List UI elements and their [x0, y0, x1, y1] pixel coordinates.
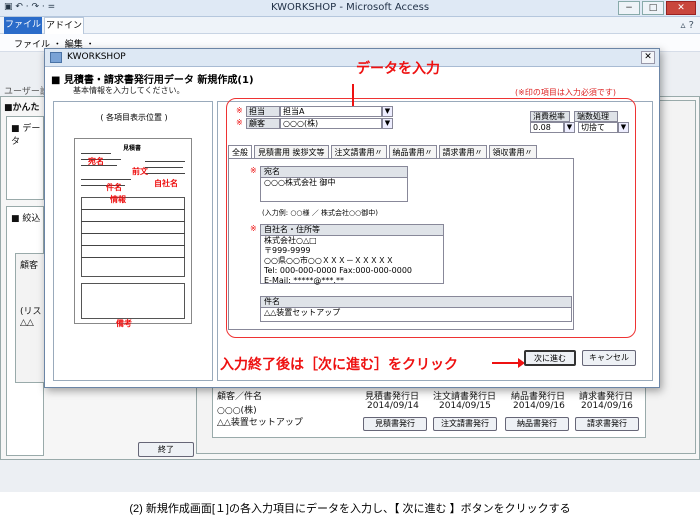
thumb-label-sender: 自社名 — [154, 179, 178, 188]
background-data-panel: ■ データ — [6, 116, 44, 200]
close-icon[interactable]: ✕ — [641, 51, 655, 64]
maximize-icon[interactable]: □ — [642, 1, 664, 15]
chevron-down-icon[interactable]: ▼ — [382, 118, 393, 129]
thumb-label-subject: 件名 — [106, 183, 122, 192]
sender-section: 自社名・住所等 株式会社○△□ 〒999-9999 ○○県○○市○○ＸＸＸ－ＸＸ… — [260, 224, 444, 286]
issue-quote-button[interactable]: 見積書発行 — [363, 417, 427, 431]
close-icon[interactable]: ✕ — [666, 1, 696, 15]
sender-line: 〒999-9999 — [264, 246, 311, 255]
annotation-arrow-bottom — [492, 362, 520, 364]
required-mark-addressee: ※ — [250, 166, 257, 175]
required-note: (※印の項目は入力必須です) — [515, 88, 616, 97]
required-mark-tanto: ※ — [236, 106, 243, 115]
subject-field[interactable]: △△装置セットアップ — [261, 308, 571, 318]
dialog-title: KWORKSHOP — [67, 52, 126, 62]
tanto-field[interactable]: 担当A — [280, 106, 382, 117]
window-controls: − □ ✕ — [618, 1, 696, 15]
tab-general[interactable]: 全般 — [228, 145, 252, 158]
rounding-label: 端数処理 — [574, 111, 618, 122]
addressee-section: 宛名 ○○○株式会社 御中 — [260, 166, 408, 202]
issue-order-button[interactable]: 注文請書発行 — [433, 417, 497, 431]
minimize-icon[interactable]: − — [618, 1, 640, 15]
background-filter-label: ■ 絞込 — [11, 214, 41, 224]
background-section-title: ■かんた — [4, 103, 40, 113]
addressee-label: 宛名 — [261, 167, 407, 178]
tab-file[interactable]: ファイル — [4, 17, 42, 34]
background-date-quote: 2014/09/14 — [367, 401, 419, 411]
tab-delivery[interactable]: 納品書用〃 — [388, 145, 437, 158]
dialog-heading: ■ 見積書・請求書発行用データ 新規作成(1) — [51, 75, 254, 86]
help-icon[interactable]: ▵ ? — [680, 20, 694, 31]
rounding-field[interactable]: 切捨て — [578, 122, 618, 133]
thumb-doc-title: 見積書 — [123, 145, 142, 152]
annotation-click-next: 入力終了後は［次に進む］をクリック — [220, 356, 458, 372]
end-button[interactable]: 終了 — [138, 442, 194, 457]
background-list-item[interactable]: △△ — [20, 318, 34, 328]
tab-invoice[interactable]: 請求書用〃 — [438, 145, 487, 158]
background-customer-box: 顧客 (リス △△ — [15, 253, 45, 383]
background-customer-label: 顧客 — [20, 261, 39, 271]
annotation-enter-data: データを入力 — [356, 60, 440, 76]
next-button[interactable]: 次に進む — [524, 350, 576, 366]
tanto-label: 担当 — [246, 106, 280, 117]
thumb-label-info: 情報 — [110, 195, 126, 204]
issue-delivery-button[interactable]: 納品書発行 — [505, 417, 569, 431]
background-table: 顧客／件名 ○○○(株) △△装置セットアップ 見積書発行日 2014/09/1… — [212, 384, 646, 438]
sender-line: ○○県○○市○○ＸＸＸ－ＸＸＸＸＸ — [264, 256, 394, 265]
background-date-invoice: 2014/09/16 — [581, 401, 633, 411]
tab-order[interactable]: 注文請書用〃 — [330, 145, 387, 158]
form-icon — [50, 52, 62, 63]
background-date-delivery: 2014/09/16 — [513, 401, 565, 411]
addressee-hint: (入力例: ○○様 ／ 株式会社○○御中) — [262, 209, 378, 217]
subject-label: 件名 — [261, 297, 571, 308]
chevron-down-icon[interactable]: ▼ — [382, 106, 393, 117]
addressee-field[interactable]: ○○○株式会社 御中 — [261, 178, 407, 188]
app-title: KWORKSHOP - Microsoft Access — [270, 2, 430, 13]
tax-rate-label: 消費税率 — [530, 111, 570, 122]
tab-quote-greeting[interactable]: 見積書用 挨拶文等 — [254, 145, 329, 158]
tab-strip: 全般 見積書用 挨拶文等 注文請書用〃 納品書用〃 請求書用〃 領収書用〃 — [228, 145, 539, 158]
thumb-label-preface: 前文 — [132, 167, 148, 176]
background-data-label: ■ データ — [11, 124, 41, 147]
background-col-header: 顧客／件名 — [217, 392, 263, 402]
figure-caption: (2) 新規作成画面[１]の各入力項目にデータを入力し、【 次に進む 】ボタンを… — [129, 503, 571, 515]
thumb-label-remarks: 備考 — [116, 319, 132, 328]
issue-invoice-button[interactable]: 請求書発行 — [575, 417, 639, 431]
chevron-down-icon[interactable]: ▼ — [564, 122, 575, 133]
sender-line: E-Mail: *****@***.** — [264, 276, 344, 285]
background-date-order: 2014/09/15 — [439, 401, 491, 411]
background-row-subject: △△装置セットアップ — [217, 418, 303, 428]
layout-preview-pane: ( 各項目表示位置 ) 見積書 宛名 前文 件名 自社名 情報 備考 — [53, 101, 213, 381]
thumb-label-addressee: 宛名 — [88, 157, 104, 166]
background-list-label: (リス — [20, 307, 42, 317]
customer-field[interactable]: ○○○(株) — [280, 118, 382, 129]
customer-label: 顧客 — [246, 118, 280, 129]
sender-field[interactable]: 株式会社○△□ 〒999-9999 ○○県○○市○○ＸＸＸ－ＸＸＸＸＸ Tel:… — [261, 236, 443, 286]
dialog-subheading: 基本情報を入力してください。 — [73, 86, 185, 95]
required-mark-sender: ※ — [250, 224, 257, 233]
tab-addin[interactable]: アドイン — [44, 17, 84, 34]
sender-line: 株式会社○△□ — [264, 236, 317, 245]
chevron-down-icon[interactable]: ▼ — [618, 122, 629, 133]
cancel-button[interactable]: キャンセル — [582, 350, 636, 366]
tax-rate-field[interactable]: 0.08 — [530, 122, 564, 133]
sender-line: Tel: 000-000-0000 Fax:000-000-0000 — [264, 266, 412, 275]
tab-receipt[interactable]: 領収書用〃 — [488, 145, 537, 158]
dialog-titlebar: KWORKSHOP ✕ — [45, 49, 659, 67]
subject-section: 件名 △△装置セットアップ — [260, 296, 572, 322]
sender-label: 自社名・住所等 — [261, 225, 443, 236]
background-filter-panel: ■ 絞込 顧客 (リス △△ — [6, 206, 45, 456]
ribbon-tabs: ファイル アドイン ▵ ? — [0, 17, 700, 34]
app-titlebar: ▣ ↶ · ↷ · = KWORKSHOP - Microsoft Access… — [0, 0, 700, 17]
preview-caption: ( 各項目表示位置 ) — [100, 113, 168, 122]
required-mark-customer: ※ — [236, 118, 243, 127]
background-date-columns: 見積書発行日 2014/09/14 見積書発行 注文請書発行日 2014/09/… — [363, 387, 643, 437]
